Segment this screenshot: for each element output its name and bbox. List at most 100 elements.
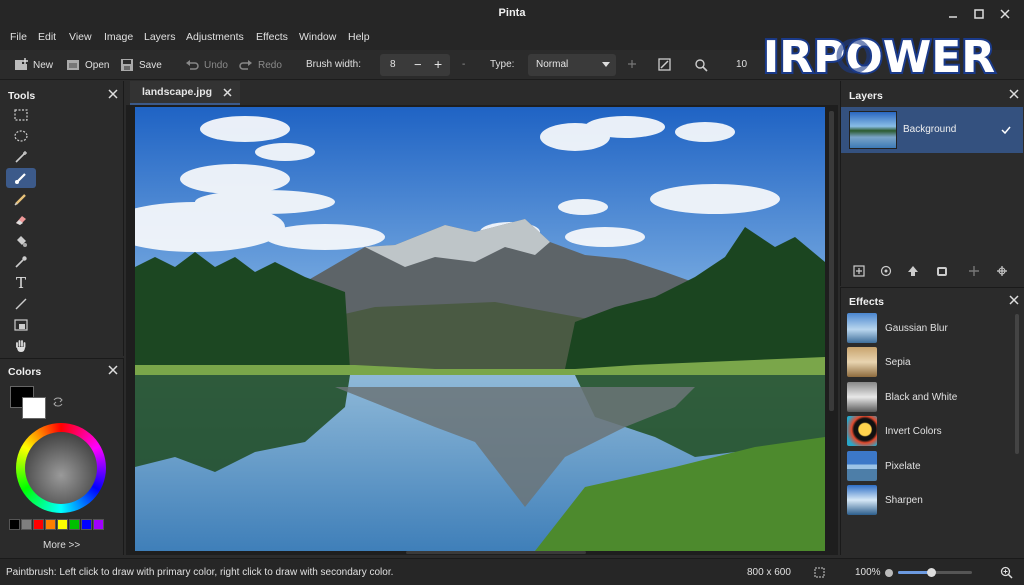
palette-swatch[interactable] xyxy=(21,519,32,530)
layer-visible-checkbox[interactable] xyxy=(1001,125,1011,135)
palette-swatch[interactable] xyxy=(33,519,44,530)
color-wheel[interactable] xyxy=(16,423,106,513)
document-tab[interactable]: landscape.jpg xyxy=(130,81,240,105)
close-tab-icon[interactable] xyxy=(223,88,232,97)
effect-sharpen[interactable]: Sharpen xyxy=(847,484,1017,516)
open-label: Open xyxy=(85,59,110,71)
sepia-thumbnail xyxy=(847,347,877,377)
palette-swatch[interactable] xyxy=(57,519,68,530)
pan-tool[interactable] xyxy=(6,336,36,356)
palette-swatch[interactable] xyxy=(45,519,56,530)
palette-swatch[interactable] xyxy=(81,519,92,530)
text-tool[interactable]: T xyxy=(6,273,36,293)
menu-edit[interactable]: Edit xyxy=(38,31,56,43)
window-title: Pinta xyxy=(498,7,526,19)
redo-icon xyxy=(239,60,252,70)
secondary-color-swatch[interactable] xyxy=(22,397,46,419)
paintbrush-icon xyxy=(15,173,26,184)
add-layer-icon[interactable] xyxy=(853,265,865,277)
hand-icon xyxy=(16,340,26,352)
palette-swatch[interactable] xyxy=(93,519,104,530)
status-bar: Paintbrush: Left click to draw with prim… xyxy=(0,558,1024,585)
clone-stamp-icon xyxy=(14,319,28,331)
close-colors-icon[interactable] xyxy=(108,365,118,375)
close-effects-icon[interactable] xyxy=(1009,295,1019,305)
rectangle-select-tool[interactable] xyxy=(6,105,36,125)
color-wheel-inner[interactable] xyxy=(25,432,97,504)
merge-layer-down-icon[interactable] xyxy=(968,265,980,277)
horizontal-scrollbar[interactable] xyxy=(406,551,586,554)
open-button[interactable]: Open xyxy=(66,56,109,74)
close-layers-icon[interactable] xyxy=(1009,89,1019,99)
brush-width-decrease[interactable]: − xyxy=(414,57,422,72)
document-tab-label: landscape.jpg xyxy=(142,86,213,98)
clone-stamp-tool[interactable] xyxy=(6,315,36,335)
menu-image[interactable]: Image xyxy=(104,31,133,43)
zoom-in-icon[interactable] xyxy=(1000,566,1013,579)
color-picker-icon xyxy=(15,256,27,268)
undo-button[interactable]: Undo xyxy=(185,56,228,74)
eraser-tool[interactable] xyxy=(6,210,36,230)
effect-sepia[interactable]: Sepia xyxy=(847,346,1017,378)
effect-label: Invert Colors xyxy=(885,425,942,437)
colors-panel: Colors More >> xyxy=(0,358,124,555)
pencil-tool[interactable] xyxy=(6,189,36,209)
effect-black-and-white[interactable]: Black and White xyxy=(847,381,1017,413)
menu-adjustments[interactable]: Adjustments xyxy=(186,31,244,43)
palette-swatch[interactable] xyxy=(69,519,80,530)
menu-help[interactable]: Help xyxy=(348,31,370,43)
document-tab-bar: landscape.jpg xyxy=(126,81,838,105)
close-icon xyxy=(1000,9,1010,19)
new-image-icon xyxy=(15,58,28,70)
maximize-icon xyxy=(974,9,984,19)
zoom-level[interactable]: 100% xyxy=(855,567,881,578)
menu-effects[interactable]: Effects xyxy=(256,31,288,43)
close-tools-icon[interactable] xyxy=(108,89,118,99)
zoom-out-icon[interactable] xyxy=(884,568,894,578)
color-picker-tool[interactable] xyxy=(6,252,36,272)
save-button[interactable]: Save xyxy=(120,56,162,74)
swap-colors-icon[interactable] xyxy=(52,396,64,408)
effect-label: Black and White xyxy=(885,391,958,403)
menu-file[interactable]: File xyxy=(10,31,27,43)
menu-view[interactable]: View xyxy=(69,31,92,43)
pixelate-thumbnail xyxy=(847,451,877,481)
more-colors-button[interactable]: More >> xyxy=(43,540,80,551)
image-canvas[interactable] xyxy=(135,107,825,551)
new-button[interactable]: New xyxy=(14,56,53,74)
black-and-white-thumbnail xyxy=(847,382,877,412)
effect-label: Sharpen xyxy=(885,494,923,506)
effect-pixelate[interactable]: Pixelate xyxy=(847,450,1017,482)
minimize-icon xyxy=(949,16,957,18)
effect-gaussian-blur[interactable]: Gaussian Blur xyxy=(847,312,1017,344)
open-icon xyxy=(67,60,79,70)
line-tool[interactable] xyxy=(6,294,36,314)
duplicate-layer-icon[interactable] xyxy=(880,265,892,277)
paint-bucket-tool[interactable] xyxy=(6,231,36,251)
redo-button[interactable]: Redo xyxy=(239,56,282,74)
menu-layers[interactable]: Layers xyxy=(144,31,176,43)
palette-swatch[interactable] xyxy=(9,519,20,530)
zoom-icon[interactable] xyxy=(694,58,708,72)
menu-window[interactable]: Window xyxy=(299,31,336,43)
toolbar-zoom-value[interactable]: 10 xyxy=(736,59,747,70)
effects-scrollbar[interactable] xyxy=(1015,314,1019,454)
delete-layer-icon[interactable] xyxy=(996,265,1008,277)
irpower-watermark-logo: IRPOWER xyxy=(761,30,997,85)
vertical-scrollbar[interactable] xyxy=(829,111,834,411)
undo-label: Undo xyxy=(204,59,228,71)
zoom-slider[interactable] xyxy=(898,568,972,577)
effect-invert-colors[interactable]: Invert Colors xyxy=(847,415,1017,447)
magic-wand-tool[interactable] xyxy=(6,147,36,167)
antialias-icon[interactable] xyxy=(658,58,672,72)
ellipse-select-tool[interactable] xyxy=(6,126,36,146)
layer-properties-icon[interactable] xyxy=(936,265,948,277)
layer-up-icon[interactable] xyxy=(907,265,919,277)
type-select[interactable]: Normal xyxy=(528,54,616,76)
brush-width-stepper[interactable]: 8 − + xyxy=(380,54,450,76)
layer-row-background[interactable]: Background xyxy=(841,107,1023,153)
paintbrush-tool[interactable] xyxy=(6,168,36,188)
brush-width-increase[interactable]: + xyxy=(434,56,442,72)
layer-name: Background xyxy=(903,124,957,135)
zoom-slider-handle[interactable] xyxy=(927,568,937,577)
